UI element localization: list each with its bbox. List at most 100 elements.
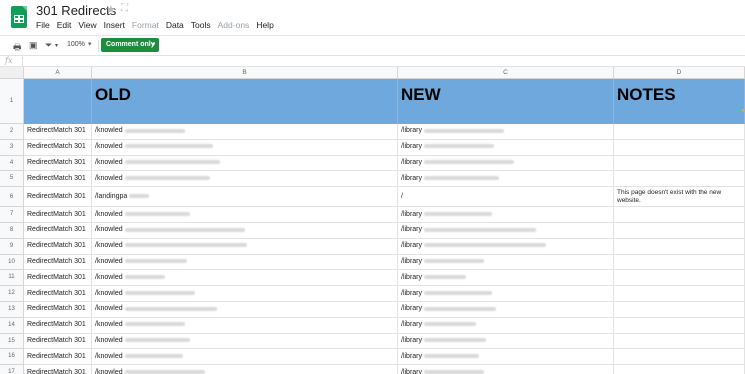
menu-item-file[interactable]: File — [36, 20, 50, 30]
table-cell-c[interactable]: /library — [398, 171, 614, 188]
table-cell-d[interactable] — [614, 207, 745, 223]
row-header[interactable]: 2 — [0, 124, 24, 140]
filter-dropdown-icon[interactable]: ▾ — [55, 42, 58, 49]
print-icon[interactable]: 🖶 — [13, 40, 22, 56]
menu-item-help[interactable]: Help — [256, 20, 273, 30]
table-cell-b[interactable]: /knowled — [92, 270, 398, 287]
menu-item-view[interactable]: View — [78, 20, 96, 30]
table-cell-a[interactable]: RedirectMatch 301 — [24, 270, 92, 287]
star-icon[interactable]: ★ — [106, 3, 116, 16]
table-cell-a[interactable]: RedirectMatch 301 — [24, 207, 92, 223]
table-cell-d[interactable] — [614, 171, 745, 188]
table-cell-d[interactable] — [614, 349, 745, 366]
table-cell-a[interactable]: RedirectMatch 301 — [24, 155, 92, 172]
table-cell-b[interactable]: /knowled — [92, 317, 398, 334]
menu-item-insert[interactable]: Insert — [104, 20, 125, 30]
table-cell-b[interactable]: /knowled — [92, 238, 398, 255]
formula-bar[interactable]: fx — [0, 55, 745, 67]
table-cell-d[interactable] — [614, 238, 745, 255]
table-cell-b[interactable]: /knowled — [92, 365, 398, 374]
document-title[interactable]: 301 Redirects — [36, 3, 116, 18]
header-cell-b[interactable]: OLD — [92, 79, 398, 124]
row-header[interactable]: 7 — [0, 207, 24, 223]
table-cell-b[interactable]: /knowled — [92, 207, 398, 223]
table-cell-b[interactable]: /knowled — [92, 124, 398, 140]
table-cell-a[interactable]: RedirectMatch 301 — [24, 254, 92, 271]
menu-item-data[interactable]: Data — [166, 20, 184, 30]
table-cell-a[interactable]: RedirectMatch 301 — [24, 302, 92, 318]
table-cell-a[interactable]: RedirectMatch 301 — [24, 171, 92, 188]
table-cell-c[interactable]: /library — [398, 207, 614, 223]
move-to-folder-icon[interactable]: ⛶ — [121, 3, 128, 14]
table-cell-c[interactable]: /library — [398, 238, 614, 255]
table-cell-c[interactable]: /library — [398, 223, 614, 239]
menu-item-tools[interactable]: Tools — [191, 20, 211, 30]
row-header[interactable]: 5 — [0, 171, 24, 188]
table-cell-a[interactable]: RedirectMatch 301 — [24, 365, 92, 374]
table-cell-b[interactable]: /knowled — [92, 333, 398, 350]
table-cell-c[interactable]: /library — [398, 139, 614, 156]
table-cell-d[interactable] — [614, 254, 745, 271]
zoom-select[interactable]: 100% — [67, 41, 85, 48]
table-cell-b[interactable]: /landingpa — [92, 187, 398, 208]
table-cell-b[interactable]: /knowled — [92, 171, 398, 188]
comment-only-button[interactable]: Comment only ▾ — [101, 38, 159, 52]
table-cell-c[interactable]: /library — [398, 333, 614, 350]
filter-icon[interactable]: ⏷ — [45, 40, 52, 51]
table-cell-a[interactable]: RedirectMatch 301 — [24, 238, 92, 255]
row-header[interactable]: 13 — [0, 302, 24, 318]
table-cell-d[interactable] — [614, 365, 745, 374]
table-cell-d[interactable] — [614, 223, 745, 239]
row-header[interactable]: 15 — [0, 333, 24, 350]
table-cell-c[interactable]: /library — [398, 286, 614, 302]
table-cell-b[interactable]: /knowled — [92, 223, 398, 239]
table-cell-b[interactable]: /knowled — [92, 286, 398, 302]
table-cell-d[interactable] — [614, 155, 745, 172]
table-cell-a[interactable]: RedirectMatch 301 — [24, 286, 92, 302]
table-cell-c[interactable]: /library — [398, 254, 614, 271]
table-cell-a[interactable]: RedirectMatch 301 — [24, 124, 92, 140]
row-header[interactable]: 3 — [0, 139, 24, 156]
menu-item-add-ons[interactable]: Add-ons — [218, 20, 250, 30]
table-cell-b[interactable]: /knowled — [92, 349, 398, 366]
table-cell-a[interactable]: RedirectMatch 301 — [24, 187, 92, 208]
table-cell-c[interactable]: /library — [398, 317, 614, 334]
menu-item-edit[interactable]: Edit — [57, 20, 72, 30]
column-header-b[interactable]: B — [92, 67, 398, 79]
row-header[interactable]: 1 — [0, 79, 24, 124]
table-cell-b[interactable]: /knowled — [92, 254, 398, 271]
table-cell-d[interactable] — [614, 317, 745, 334]
table-cell-b[interactable]: /knowled — [92, 155, 398, 172]
table-cell-d[interactable] — [614, 333, 745, 350]
zoom-dropdown-icon[interactable]: ▾ — [88, 40, 92, 48]
row-header[interactable]: 9 — [0, 238, 24, 255]
row-header[interactable]: 10 — [0, 254, 24, 271]
row-header[interactable]: 4 — [0, 155, 24, 172]
row-header[interactable]: 8 — [0, 223, 24, 239]
table-cell-a[interactable]: RedirectMatch 301 — [24, 349, 92, 366]
add-comment-icon[interactable]: ▣ — [29, 40, 38, 51]
table-cell-c[interactable]: / — [398, 187, 614, 208]
header-cell-c[interactable]: NEW — [398, 79, 614, 124]
table-cell-c[interactable]: /library — [398, 155, 614, 172]
sheets-logo-icon[interactable] — [11, 6, 27, 28]
row-header[interactable]: 11 — [0, 270, 24, 287]
row-header[interactable]: 17 — [0, 365, 24, 374]
column-header-a[interactable]: A — [24, 67, 92, 79]
table-cell-a[interactable]: RedirectMatch 301 — [24, 317, 92, 334]
select-all-corner[interactable] — [0, 67, 24, 79]
table-cell-c[interactable]: /library — [398, 302, 614, 318]
table-cell-d[interactable] — [614, 124, 745, 140]
table-cell-a[interactable]: RedirectMatch 301 — [24, 333, 92, 350]
row-header[interactable]: 14 — [0, 317, 24, 334]
column-header-d[interactable]: D — [614, 67, 745, 79]
table-cell-b[interactable]: /knowled — [92, 302, 398, 318]
table-cell-a[interactable]: RedirectMatch 301 — [24, 223, 92, 239]
menu-item-format[interactable]: Format — [132, 20, 159, 30]
table-cell-d[interactable]: This page doesn't exist with the new web… — [614, 187, 745, 208]
row-header[interactable]: 12 — [0, 286, 24, 302]
table-cell-d[interactable] — [614, 270, 745, 287]
column-header-c[interactable]: C — [398, 67, 614, 79]
row-header[interactable]: 6 — [0, 187, 24, 208]
header-cell-a[interactable] — [24, 79, 92, 124]
